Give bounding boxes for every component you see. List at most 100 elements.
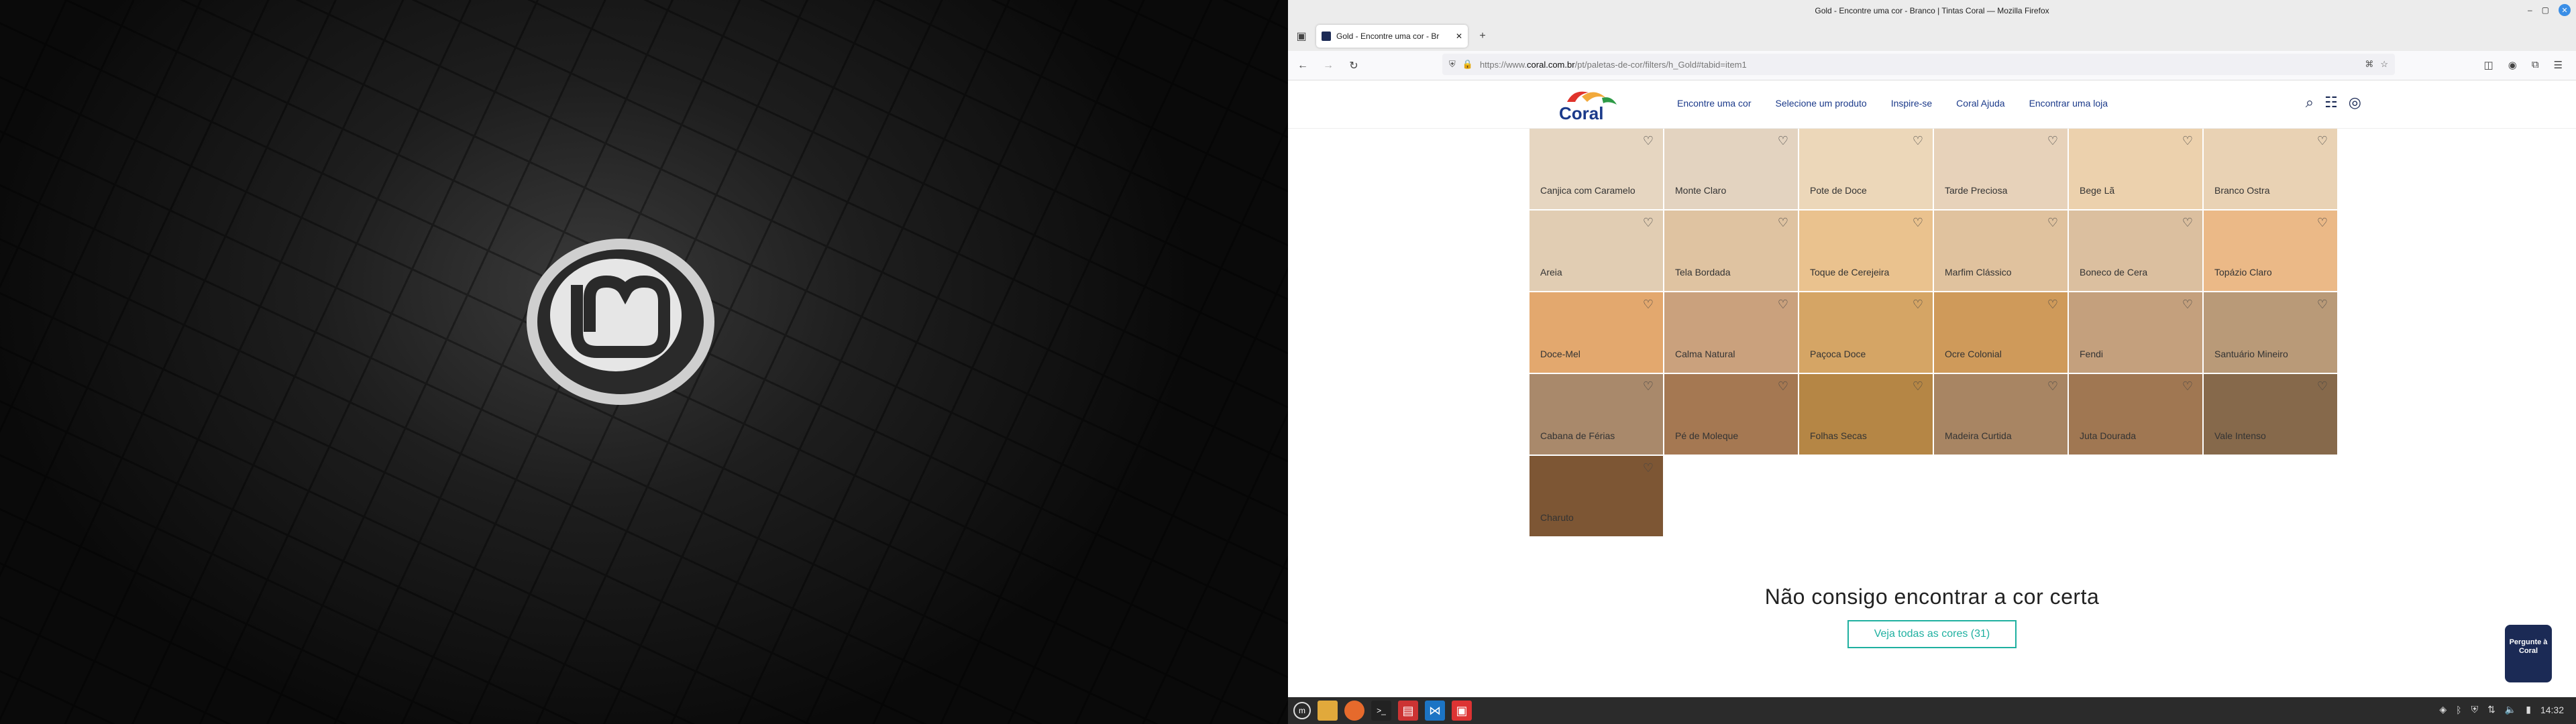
forward-icon[interactable]: → <box>1320 60 1336 72</box>
browser-tab[interactable]: Gold - Encontre uma cor - Br ✕ <box>1316 25 1468 48</box>
terminal-icon[interactable]: >_ <box>1371 701 1391 721</box>
app-toolbox-icon[interactable]: ▣ <box>1452 701 1472 721</box>
color-swatch[interactable]: ♡ Monte Claro <box>1664 129 1798 209</box>
app-red-icon[interactable]: ▤ <box>1398 701 1418 721</box>
swatch-name: Doce-Mel <box>1540 349 1580 359</box>
heart-icon[interactable]: ♡ <box>2182 298 2193 312</box>
heart-icon[interactable]: ♡ <box>1778 216 1788 230</box>
color-swatch[interactable]: ♡ Tela Bordada <box>1664 210 1798 291</box>
extensions-icon[interactable]: ⧉ <box>2532 59 2539 71</box>
shield-tray-icon[interactable]: ⛨ <box>2471 704 2479 715</box>
shield-icon[interactable]: ⛨ <box>1449 59 1456 70</box>
color-swatch[interactable]: ♡ Madeira Curtida <box>1934 374 2068 455</box>
heart-icon[interactable]: ♡ <box>2182 216 2193 230</box>
chat-widget[interactable]: Pergunte à Coral <box>2505 625 2552 682</box>
heart-icon[interactable]: ♡ <box>1778 298 1788 312</box>
heart-icon[interactable]: ♡ <box>1643 379 1654 394</box>
color-swatch[interactable]: ♡ Pé de Moleque <box>1664 374 1798 455</box>
clock[interactable]: 14:32 <box>2540 705 2564 715</box>
heart-icon[interactable]: ♡ <box>2317 379 2328 394</box>
swatch-name: Folhas Secas <box>1810 430 1867 441</box>
color-swatch[interactable]: ♡ Folhas Secas <box>1799 374 1933 455</box>
heart-icon[interactable]: ♡ <box>2047 216 2058 230</box>
close-icon[interactable]: ✕ <box>2559 4 2571 16</box>
tab-close-icon[interactable]: ✕ <box>1456 32 1462 41</box>
color-swatch[interactable]: ♡ Canjica com Caramelo <box>1529 129 1663 209</box>
color-swatch[interactable]: ♡ Toque de Cerejeira <box>1799 210 1933 291</box>
menu-start-icon[interactable]: m <box>1293 702 1311 719</box>
coral-logo[interactable]: Coral <box>1555 87 1626 122</box>
vscode-icon[interactable]: ⋈ <box>1425 701 1445 721</box>
color-swatch[interactable]: ♡ Calma Natural <box>1664 292 1798 373</box>
nav-encontrar-uma-loja[interactable]: Encontrar uma loja <box>2029 98 2108 109</box>
heart-icon[interactable]: ♡ <box>1913 298 1923 312</box>
user-icon[interactable]: ◎ <box>2349 94 2361 111</box>
nav-coral-ajuda[interactable]: Coral Ajuda <box>1956 98 2004 109</box>
minimize-icon[interactable]: – <box>2528 5 2532 15</box>
menu-icon[interactable]: ☰ <box>2554 59 2563 71</box>
volume-icon[interactable]: 🔈 <box>2505 704 2516 715</box>
heart-icon[interactable]: ♡ <box>1643 298 1654 312</box>
nav-encontre-uma-cor[interactable]: Encontre uma cor <box>1677 98 1752 109</box>
color-swatch[interactable]: ♡ Charuto <box>1529 456 1663 536</box>
heart-icon[interactable]: ♡ <box>2182 379 2193 394</box>
color-swatch[interactable]: ♡ Paçoca Doce <box>1799 292 1933 373</box>
swatch-name: Tela Bordada <box>1675 267 1731 278</box>
color-swatch[interactable]: ♡ Branco Ostra <box>2204 129 2337 209</box>
discord-icon[interactable]: ◈ <box>2439 704 2447 715</box>
heart-icon[interactable]: ♡ <box>2317 216 2328 230</box>
firefox-icon[interactable] <box>1344 701 1364 721</box>
heart-icon[interactable]: ♡ <box>1778 379 1788 394</box>
color-swatch[interactable]: ♡ Bege Lã <box>2069 129 2202 209</box>
translate-icon[interactable]: ⌘ <box>2365 59 2373 70</box>
url-bar[interactable]: ⛨ 🔒 https://www.coral.com.br/pt/paletas-… <box>1442 54 2395 75</box>
bookmark-star-icon[interactable]: ☆ <box>2380 59 2388 70</box>
account-icon[interactable]: ◉ <box>2508 59 2517 71</box>
swatch-name: Topázio Claro <box>2214 267 2272 278</box>
pocket-icon[interactable]: ◫ <box>2484 59 2493 71</box>
color-swatch[interactable]: ♡ Pote de Doce <box>1799 129 1933 209</box>
files-icon[interactable] <box>1318 701 1338 721</box>
heart-icon[interactable]: ♡ <box>1643 216 1654 230</box>
color-swatch[interactable]: ♡ Topázio Claro <box>2204 210 2337 291</box>
heart-icon[interactable]: ♡ <box>1913 216 1923 230</box>
color-swatch[interactable]: ♡ Tarde Preciosa <box>1934 129 2068 209</box>
firefox-view-icon[interactable]: ▣ <box>1293 29 1309 43</box>
color-swatch[interactable]: ♡ Doce-Mel <box>1529 292 1663 373</box>
heart-icon[interactable]: ♡ <box>1778 134 1788 148</box>
tab-title: Gold - Encontre uma cor - Br <box>1336 32 1440 41</box>
see-all-colors-button[interactable]: Veja todas as cores (31) <box>1847 620 2017 648</box>
heart-icon[interactable]: ♡ <box>1913 134 1923 148</box>
heart-icon[interactable]: ♡ <box>1913 379 1923 394</box>
color-swatch[interactable]: ♡ Ocre Colonial <box>1934 292 2068 373</box>
url-text[interactable]: https://www.coral.com.br/pt/paletas-de-c… <box>1480 60 2358 70</box>
nav-selecione-um-produto[interactable]: Selecione um produto <box>1776 98 1867 109</box>
search-icon[interactable]: ⌕ <box>2306 94 2314 111</box>
nav-inspire-se[interactable]: Inspire-se <box>1891 98 1932 109</box>
heart-icon[interactable]: ♡ <box>2047 298 2058 312</box>
maximize-icon[interactable]: ▢ <box>2542 5 2549 15</box>
color-swatch[interactable]: ♡ Juta Dourada <box>2069 374 2202 455</box>
list-icon[interactable]: ☷ <box>2324 94 2338 111</box>
network-icon[interactable]: ⇅ <box>2487 704 2496 715</box>
heart-icon[interactable]: ♡ <box>2182 134 2193 148</box>
heart-icon[interactable]: ♡ <box>1643 461 1654 475</box>
color-swatch[interactable]: ♡ Marfim Clássico <box>1934 210 2068 291</box>
battery-icon[interactable]: ▮ <box>2526 704 2531 715</box>
new-tab-icon[interactable]: + <box>1474 30 1491 42</box>
color-swatch[interactable]: ♡ Santuário Mineiro <box>2204 292 2337 373</box>
back-icon[interactable]: ← <box>1295 60 1311 72</box>
heart-icon[interactable]: ♡ <box>2317 298 2328 312</box>
heart-icon[interactable]: ♡ <box>2047 134 2058 148</box>
bluetooth-icon[interactable]: ᛒ <box>2456 705 2461 715</box>
color-swatch[interactable]: ♡ Fendi <box>2069 292 2202 373</box>
color-swatch[interactable]: ♡ Areia <box>1529 210 1663 291</box>
heart-icon[interactable]: ♡ <box>2317 134 2328 148</box>
heart-icon[interactable]: ♡ <box>2047 379 2058 394</box>
lock-icon[interactable]: 🔒 <box>1462 59 1473 70</box>
color-swatch[interactable]: ♡ Vale Intenso <box>2204 374 2337 455</box>
heart-icon[interactable]: ♡ <box>1643 134 1654 148</box>
color-swatch[interactable]: ♡ Boneco de Cera <box>2069 210 2202 291</box>
reload-icon[interactable]: ↻ <box>1346 59 1362 72</box>
color-swatch[interactable]: ♡ Cabana de Férias <box>1529 374 1663 455</box>
